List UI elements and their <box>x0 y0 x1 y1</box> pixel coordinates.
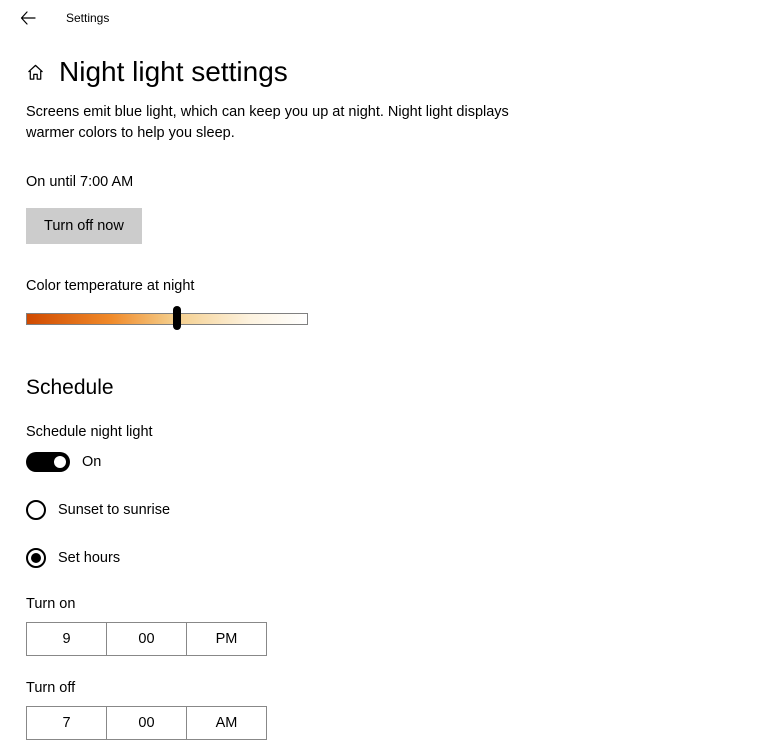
turn-on-label: Turn on <box>26 596 560 612</box>
turn-on-ampm[interactable]: PM <box>187 622 267 656</box>
page-description: Screens emit blue light, which can keep … <box>26 102 560 144</box>
header-row: Night light settings <box>26 56 560 88</box>
slider-track <box>26 313 308 325</box>
radio-label-set-hours: Set hours <box>58 550 120 566</box>
back-button[interactable] <box>18 8 38 28</box>
radio-circle <box>26 548 46 568</box>
schedule-heading: Schedule <box>26 376 560 400</box>
turn-off-time-group: Turn off 7 00 AM <box>26 680 560 740</box>
content-area: Night light settings Screens emit blue l… <box>0 36 560 740</box>
night-light-status: On until 7:00 AM <box>26 174 560 190</box>
radio-set-hours[interactable]: Set hours <box>26 548 560 568</box>
schedule-toggle-label: Schedule night light <box>26 424 560 440</box>
turn-on-time-group: Turn on 9 00 PM <box>26 596 560 656</box>
turn-off-now-button[interactable]: Turn off now <box>26 208 142 244</box>
schedule-toggle-state: On <box>82 454 101 470</box>
color-temperature-slider[interactable] <box>26 306 308 330</box>
turn-off-minute[interactable]: 00 <box>107 706 187 740</box>
turn-on-minute[interactable]: 00 <box>107 622 187 656</box>
titlebar: Settings <box>0 0 771 36</box>
color-temperature-label: Color temperature at night <box>26 278 560 294</box>
turn-on-hour[interactable]: 9 <box>26 622 107 656</box>
turn-off-hour[interactable]: 7 <box>26 706 107 740</box>
schedule-toggle[interactable] <box>26 452 70 472</box>
app-title: Settings <box>66 11 109 25</box>
home-button[interactable] <box>26 63 45 82</box>
arrow-left-icon <box>20 10 36 26</box>
page-title: Night light settings <box>59 56 288 88</box>
turn-off-ampm[interactable]: AM <box>187 706 267 740</box>
turn-off-label: Turn off <box>26 680 560 696</box>
radio-circle <box>26 500 46 520</box>
home-icon <box>26 63 45 82</box>
radio-label-sunset: Sunset to sunrise <box>58 502 170 518</box>
schedule-toggle-row: On <box>26 452 560 472</box>
radio-dot <box>31 553 41 563</box>
turn-on-time-picker: 9 00 PM <box>26 622 267 656</box>
toggle-knob <box>54 456 66 468</box>
turn-off-time-picker: 7 00 AM <box>26 706 267 740</box>
slider-thumb[interactable] <box>173 306 181 330</box>
radio-sunset-to-sunrise[interactable]: Sunset to sunrise <box>26 500 560 520</box>
